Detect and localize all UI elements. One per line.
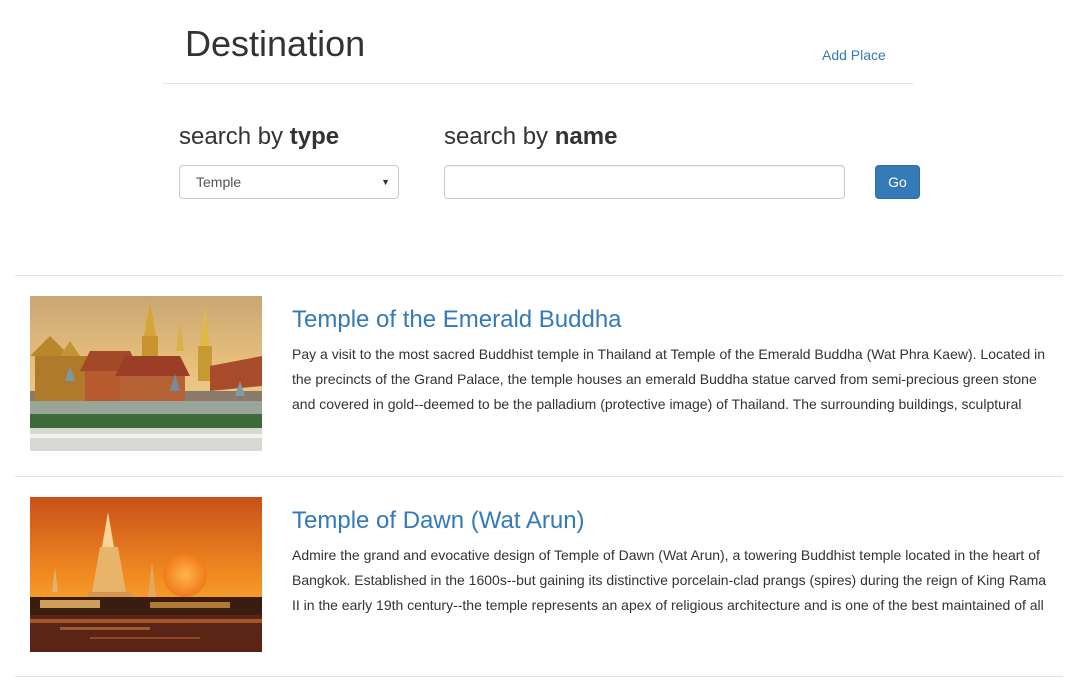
add-place-link[interactable]: Add Place — [822, 46, 886, 64]
result-title-link[interactable]: Temple of Dawn (Wat Arun) — [292, 506, 585, 536]
page-title: Destination — [185, 23, 366, 64]
name-heading-prefix: search by — [444, 123, 549, 150]
result-item: Temple of the Emerald Buddha Pay a visit… — [15, 275, 1063, 476]
go-button[interactable]: Go — [875, 165, 920, 199]
temple-of-dawn-image[interactable] — [30, 497, 262, 652]
result-description: Admire the grand and evocative design of… — [292, 547, 1047, 613]
type-select-value: Temple — [196, 174, 242, 190]
page-header: Destination Add Place — [163, 0, 914, 84]
temple-emerald-buddha-image[interactable] — [30, 296, 262, 451]
search-by-type-heading: search by type — [179, 122, 339, 152]
results-list: Temple of the Emerald Buddha Pay a visit… — [15, 275, 1063, 677]
type-heading-prefix: search by — [179, 123, 284, 150]
name-heading-bold: name — [554, 123, 618, 150]
result-title-link[interactable]: Temple of the Emerald Buddha — [292, 305, 622, 335]
chevron-down-icon: ▼ — [381, 177, 390, 187]
type-heading-bold: type — [289, 123, 340, 150]
search-by-name-heading: search by name — [444, 122, 617, 152]
result-item: Temple of Dawn (Wat Arun) Admire the gra… — [15, 476, 1063, 677]
result-description: Pay a visit to the most sacred Buddhist … — [292, 346, 1046, 412]
type-select[interactable]: Temple ▼ — [179, 165, 399, 199]
name-search-input[interactable] — [444, 165, 845, 199]
